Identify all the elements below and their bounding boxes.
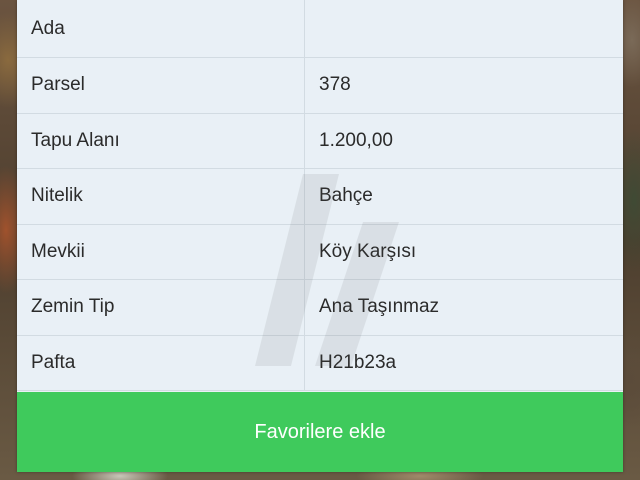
row-label: Mevkii bbox=[17, 224, 305, 279]
table-row-nitelik: Nitelik Bahçe bbox=[17, 169, 623, 225]
parcel-info-table: Ada Parsel 378 Tapu Alanı 1.200,00 Nitel… bbox=[17, 0, 623, 391]
table-row-ada: Ada bbox=[17, 0, 623, 58]
row-label: Pafta bbox=[17, 335, 305, 390]
parcel-info-panel: Ada Parsel 378 Tapu Alanı 1.200,00 Nitel… bbox=[17, 0, 623, 472]
table-row-pafta: Pafta H21b23a bbox=[17, 335, 623, 391]
row-value: 1.200,00 bbox=[319, 129, 393, 151]
add-to-favorites-button[interactable]: Favorilere ekle bbox=[17, 392, 623, 472]
row-value: 378 bbox=[319, 74, 351, 96]
row-value: Bahçe bbox=[319, 185, 373, 207]
table-row-mevkii: Mevkii Köy Karşısı bbox=[17, 224, 623, 280]
table-row-parsel: Parsel 378 bbox=[17, 58, 623, 114]
table-row-tapu-alani: Tapu Alanı 1.200,00 bbox=[17, 113, 623, 169]
row-label: Nitelik bbox=[17, 169, 305, 224]
row-label: Ada bbox=[17, 0, 305, 57]
table-row-zemin-tip: Zemin Tip Ana Taşınmaz bbox=[17, 280, 623, 336]
row-value: H21b23a bbox=[319, 351, 397, 373]
row-label: Zemin Tip bbox=[17, 280, 305, 335]
row-value bbox=[305, 0, 623, 57]
row-value: Ana Taşınmaz bbox=[319, 296, 440, 318]
row-value: Köy Karşısı bbox=[319, 240, 417, 262]
row-label: Tapu Alanı bbox=[17, 113, 305, 168]
row-label: Parsel bbox=[17, 58, 305, 113]
